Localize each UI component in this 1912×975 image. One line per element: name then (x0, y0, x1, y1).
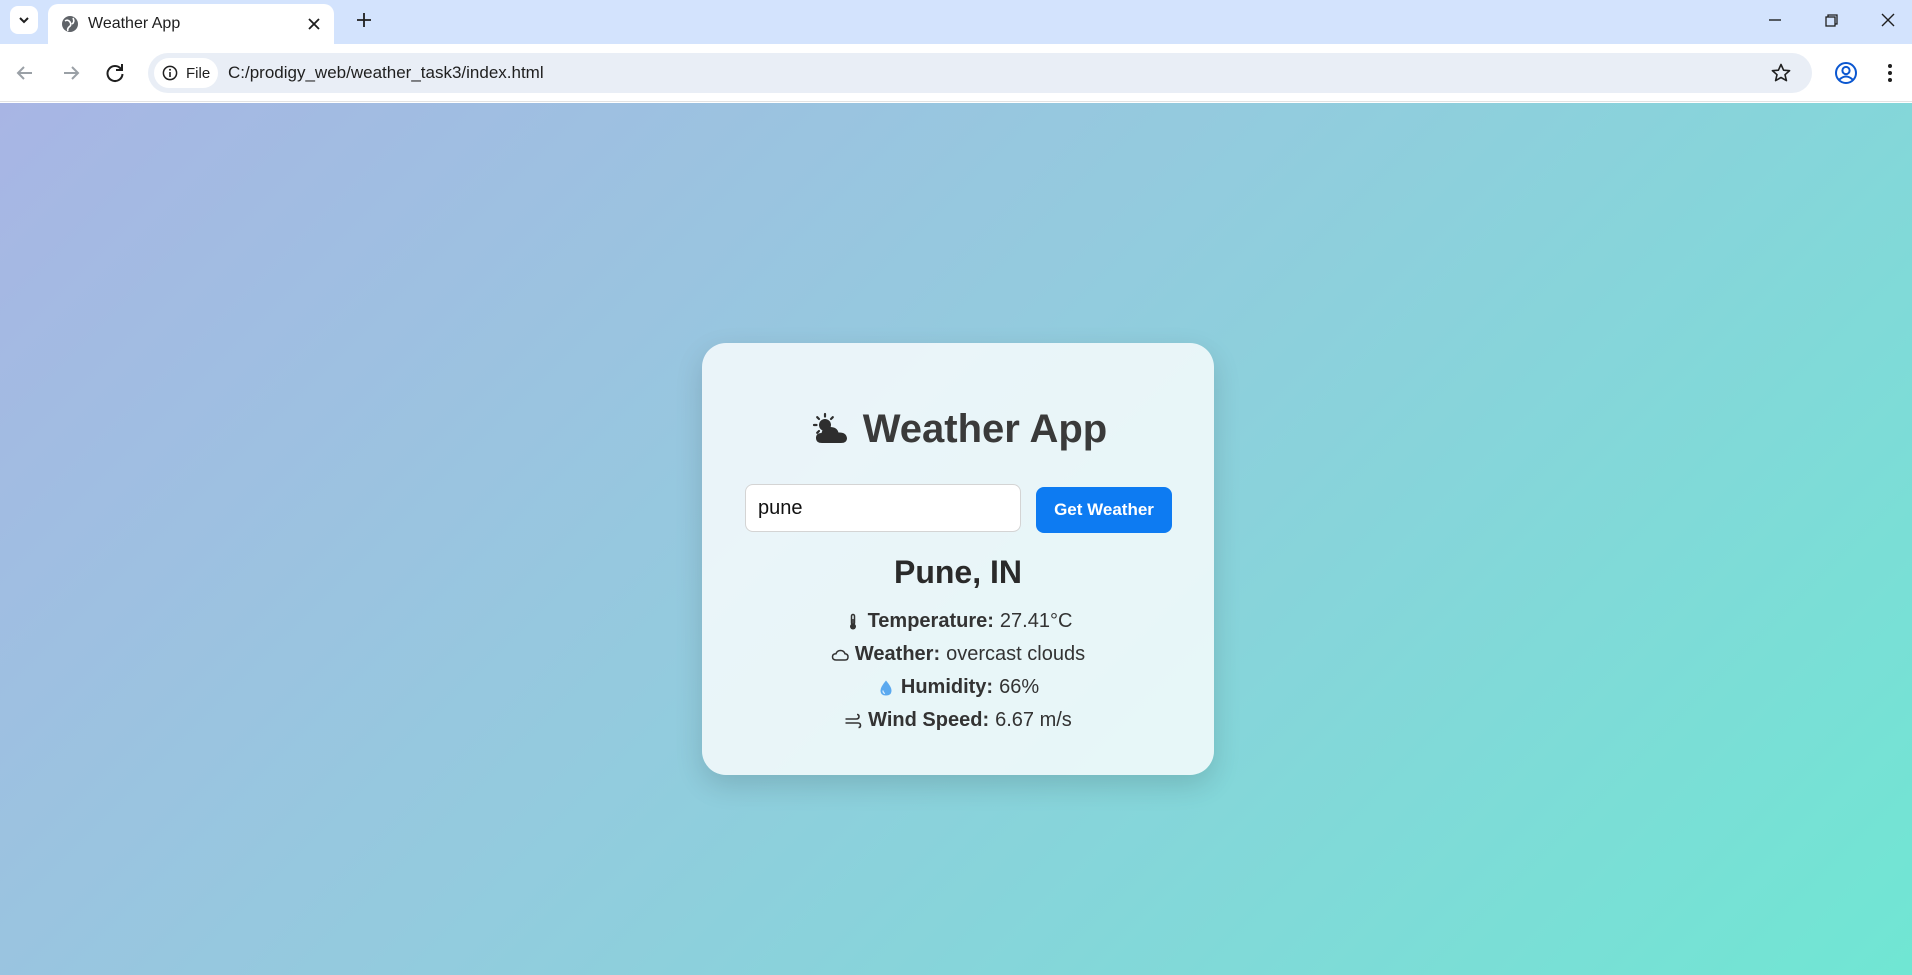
tab-weather-app[interactable]: Weather App (48, 4, 334, 44)
info-icon (162, 65, 178, 81)
humidity-label: Humidity: (900, 676, 994, 698)
temperature-row: Temperature: 27.41°C (702, 610, 1214, 633)
browser-toolbar: File C:/prodigy_web/weather_task3/index.… (0, 44, 1912, 102)
site-info-chip[interactable]: File (154, 58, 218, 88)
weather-label: Weather: (854, 643, 941, 665)
close-icon[interactable] (304, 14, 324, 34)
app-heading: Weather App (702, 407, 1214, 452)
app-title: Weather App (862, 407, 1108, 451)
get-weather-button[interactable]: Get Weather (1036, 487, 1172, 533)
window-close-icon[interactable] (1876, 8, 1900, 32)
wind-icon (845, 713, 862, 728)
minimize-icon[interactable] (1763, 8, 1787, 32)
tab-title: Weather App (88, 15, 181, 32)
city-name: Pune, IN (893, 554, 1022, 590)
restore-icon[interactable] (1819, 8, 1843, 32)
wind-speed-row: Wind Speed: 6.67 m/s (702, 709, 1214, 732)
reload-icon[interactable] (102, 60, 128, 86)
tab-strip: Weather App (0, 0, 1912, 44)
globe-icon (62, 16, 78, 32)
tab-search-button[interactable] (10, 6, 38, 34)
chevron-down-icon (19, 17, 29, 24)
temperature-value: 27.41°C (999, 610, 1073, 632)
humidity-row: Humidity: 66% (702, 676, 1214, 699)
sun-behind-cloud-icon (812, 412, 847, 443)
droplet-icon (880, 680, 892, 695)
back-arrow-icon[interactable] (12, 60, 38, 86)
weather-card: Weather App Get Weather Pune, IN Tempera… (702, 343, 1214, 775)
page-viewport: Weather App Get Weather Pune, IN Tempera… (0, 103, 1912, 975)
url-text: C:/prodigy_web/weather_task3/index.html (228, 63, 544, 82)
weather-value: overcast clouds (946, 643, 1086, 665)
address-bar[interactable]: File C:/prodigy_web/weather_task3/index.… (148, 53, 1812, 93)
weather-row: Weather: overcast clouds (702, 643, 1214, 666)
forward-arrow-icon[interactable] (58, 60, 84, 86)
new-tab-icon[interactable] (352, 8, 376, 32)
city-search-input[interactable] (745, 484, 1021, 532)
wind-speed-value: 6.67 m/s (995, 709, 1072, 731)
bookmark-star-icon[interactable] (1770, 62, 1792, 84)
cloud-icon (831, 649, 849, 661)
more-menu-icon[interactable] (1876, 59, 1904, 87)
site-info-label: File (186, 65, 211, 82)
thermometer-icon (849, 613, 856, 629)
humidity-value: 66% (999, 676, 1040, 698)
temperature-label: Temperature: (867, 610, 994, 632)
wind-speed-label: Wind Speed: (868, 709, 990, 731)
profile-icon[interactable] (1832, 59, 1860, 87)
